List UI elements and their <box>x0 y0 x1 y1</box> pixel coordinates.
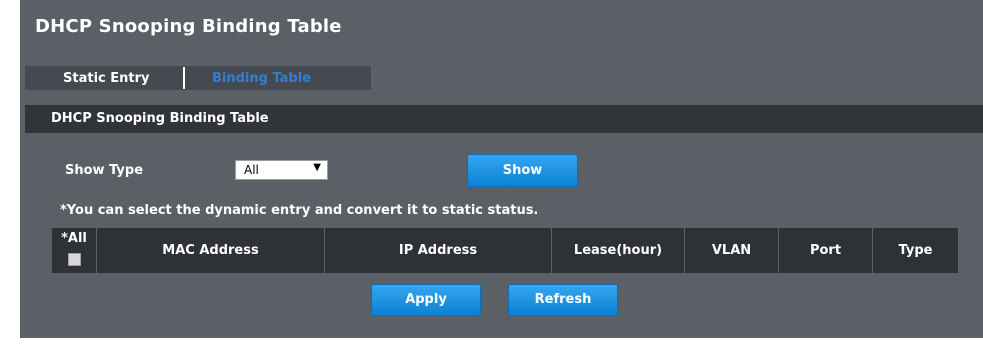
column-header-ip-address: IP Address <box>325 228 552 273</box>
column-header-port: Port <box>779 228 873 273</box>
select-all-column: *All <box>52 228 97 273</box>
show-type-selected-value: All <box>244 163 259 177</box>
show-type-label: Show Type <box>65 163 144 178</box>
column-header-vlan: VLAN <box>685 228 779 273</box>
select-all-label: *All <box>61 231 87 246</box>
page-title: DHCP Snooping Binding Table <box>35 16 342 37</box>
column-header-lease: Lease(hour) <box>552 228 685 273</box>
help-note: *You can select the dynamic entry and co… <box>60 203 539 218</box>
show-type-select[interactable]: All ▼ <box>235 160 328 180</box>
apply-button[interactable]: Apply <box>371 284 481 316</box>
column-header-mac-address: MAC Address <box>97 228 325 273</box>
section-title: DHCP Snooping Binding Table <box>51 111 269 126</box>
chevron-down-icon: ▼ <box>313 162 321 173</box>
tab-static-entry[interactable]: Static Entry <box>25 71 157 86</box>
select-all-checkbox[interactable] <box>67 253 81 266</box>
column-header-type: Type <box>898 243 933 258</box>
refresh-button[interactable]: Refresh <box>508 284 618 316</box>
tab-binding-table[interactable]: Binding Table <box>212 71 311 86</box>
tab-separator <box>183 67 185 89</box>
tab-bar: Static Entry Binding Table <box>25 66 371 90</box>
section-header: DHCP Snooping Binding Table <box>25 105 983 133</box>
binding-table-header: *All MAC Address IP Address Lease(hour) … <box>52 228 958 273</box>
show-button[interactable]: Show <box>467 154 578 187</box>
